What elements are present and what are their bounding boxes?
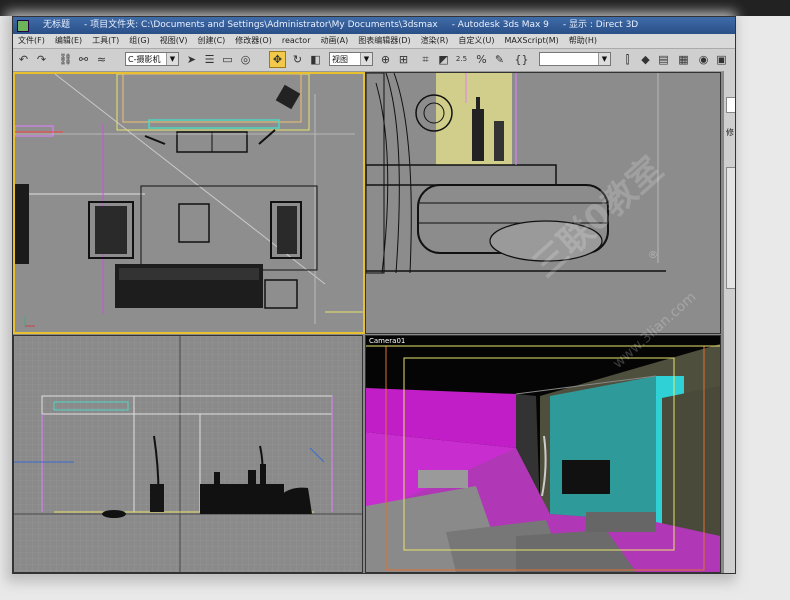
reference-coord-dropdown[interactable]: 视图 ▼: [329, 52, 373, 66]
undo-icon[interactable]: ↶: [15, 51, 32, 68]
menu-views[interactable]: 视图(V): [155, 34, 193, 48]
front-view-drawing: [366, 73, 720, 333]
command-panel: 修: [723, 71, 735, 573]
menu-create[interactable]: 创建(C): [192, 34, 230, 48]
menu-tools[interactable]: 工具(T): [87, 34, 124, 48]
app-icon: [17, 20, 29, 32]
percent-snap-icon[interactable]: 2.5: [453, 51, 470, 68]
link-icon[interactable]: ⛓: [57, 51, 74, 68]
camera-viewport-label[interactable]: Camera01: [369, 337, 405, 345]
chevron-down-icon: ▼: [166, 53, 178, 65]
snaps-toggle-icon[interactable]: ⌗: [417, 51, 434, 68]
menu-edit[interactable]: 编辑(E): [50, 34, 87, 48]
selection-filter-dropdown[interactable]: C-摄影机 ▼: [125, 52, 179, 66]
top-view-drawing: [15, 74, 363, 332]
bind-spacewarp-icon[interactable]: ≈: [93, 51, 110, 68]
window-crossing-icon[interactable]: ◎: [237, 51, 254, 68]
menu-customize[interactable]: 自定义(U): [453, 34, 499, 48]
edit-named-sets-icon[interactable]: ✎: [491, 51, 508, 68]
command-panel-tab[interactable]: [726, 97, 735, 113]
title-file: 无标题: [43, 20, 71, 30]
menu-reactor[interactable]: reactor: [277, 34, 316, 48]
redo-icon[interactable]: ↷: [33, 51, 50, 68]
align-icon[interactable]: ⫿: [619, 51, 636, 68]
menu-file[interactable]: 文件(F): [13, 34, 50, 48]
select-manipulate-icon[interactable]: ⊞: [395, 51, 412, 68]
viewport-left[interactable]: [13, 335, 363, 573]
left-view-drawing: [14, 336, 362, 572]
title-bar: 无标题 - 项目文件夹: C:\Documents and Settings\Ad…: [13, 17, 735, 34]
watermark-registered: ®: [648, 250, 658, 261]
menu-bar: 文件(F) 编辑(E) 工具(T) 组(G) 视图(V) 创建(C) 修改器(O) react…: [13, 34, 735, 49]
unlink-icon[interactable]: ⚯: [75, 51, 92, 68]
viewport-camera[interactable]: Camera01: [365, 335, 721, 573]
select-move-icon[interactable]: ✥: [269, 51, 286, 68]
command-panel-label: 修: [726, 128, 734, 137]
menu-rendering[interactable]: 渲染(R): [416, 34, 454, 48]
mirror-icon[interactable]: {}: [513, 51, 530, 68]
select-scale-icon[interactable]: ◧: [307, 51, 324, 68]
spinner-snap-icon[interactable]: %: [473, 51, 490, 68]
reference-coord-value: 视图: [332, 55, 348, 64]
title-display: - 显示 : Direct 3D: [562, 20, 639, 30]
menu-graph-editors[interactable]: 图表编辑器(D): [353, 34, 415, 48]
main-toolbar: ↶ ↷ ⛓ ⚯ ≈ C-摄影机 ▼ ➤ ☰ ▭ ◎ ✥ ↻ ◧ 视图 ▼ ⊕ ⊞ ⌗…: [13, 49, 735, 72]
render-scene-icon[interactable]: ▣: [713, 51, 730, 68]
schematic-view-icon[interactable]: ▦: [675, 51, 692, 68]
title-project: - 项目文件夹: C:\Documents and Settings\Admin…: [84, 20, 438, 30]
angle-snap-icon[interactable]: ◩: [435, 51, 452, 68]
menu-modifiers[interactable]: 修改器(O): [230, 34, 277, 48]
snap-value: 2.5: [455, 55, 468, 63]
curve-editor-icon[interactable]: ▤: [655, 51, 672, 68]
menu-help[interactable]: 帮助(H): [564, 34, 602, 48]
rect-region-icon[interactable]: ▭: [219, 51, 236, 68]
named-selection-dropdown[interactable]: ▼: [539, 52, 611, 66]
pivot-center-icon[interactable]: ⊕: [377, 51, 394, 68]
select-rotate-icon[interactable]: ↻: [289, 51, 306, 68]
select-by-name-icon[interactable]: ☰: [201, 51, 218, 68]
viewport-perspective-front[interactable]: [365, 72, 721, 334]
menu-animation[interactable]: 动画(A): [315, 34, 353, 48]
chevron-down-icon: ▼: [598, 53, 610, 65]
title-app: - Autodesk 3ds Max 9: [451, 20, 549, 30]
selection-filter-value: C-摄影机: [128, 55, 161, 64]
modifier-list-box[interactable]: [726, 167, 735, 289]
select-object-icon[interactable]: ➤: [183, 51, 200, 68]
material-editor-icon[interactable]: ◉: [695, 51, 712, 68]
camera-view-render: [366, 336, 720, 572]
chevron-down-icon: ▼: [360, 53, 372, 65]
menu-maxscript[interactable]: MAXScript(M): [500, 34, 564, 48]
menu-group[interactable]: 组(G): [124, 34, 154, 48]
viewport-top[interactable]: [13, 72, 365, 334]
layer-manager-icon[interactable]: ◆: [637, 51, 654, 68]
app-window: 无标题 - 项目文件夹: C:\Documents and Settings\Ad…: [12, 16, 736, 574]
